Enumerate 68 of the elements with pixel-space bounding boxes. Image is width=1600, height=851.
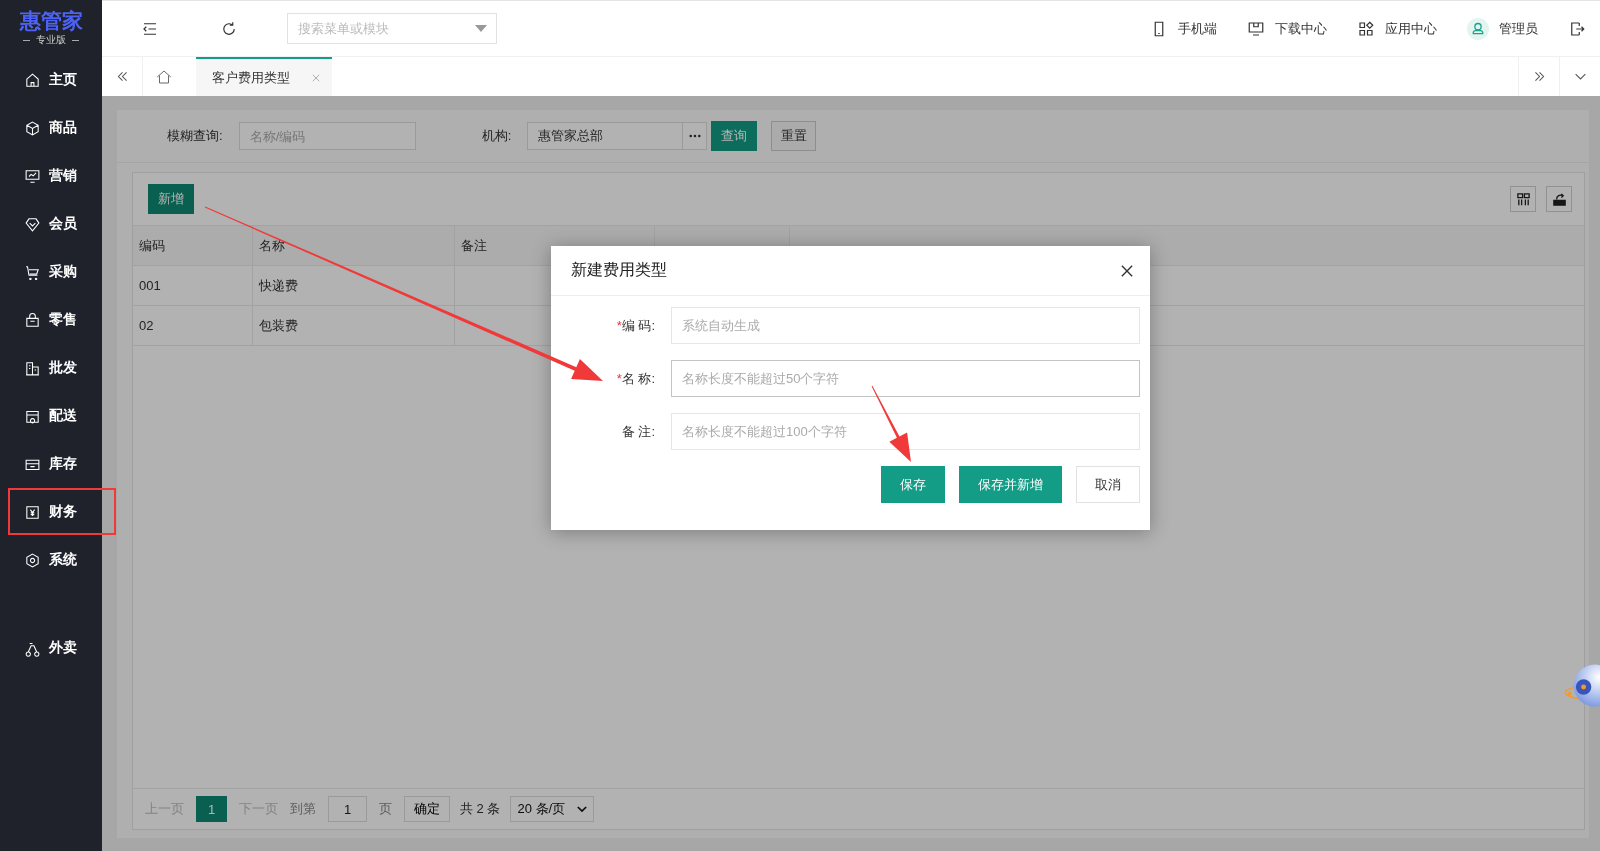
- columns-icon: [1515, 191, 1531, 207]
- sidebar-item[interactable]: 采购: [49, 263, 77, 281]
- refresh-icon[interactable]: [220, 19, 238, 38]
- sidebar-item[interactable]: 配送: [49, 407, 77, 425]
- goto-label: 到第: [290, 800, 316, 818]
- page-number[interactable]: 1: [196, 796, 227, 822]
- close-icon[interactable]: [1121, 264, 1133, 277]
- page-tab[interactable]: 客户费用类型: [196, 57, 332, 96]
- user-avatar-icon: [1467, 17, 1489, 40]
- sidebar-item[interactable]: 批发: [49, 359, 77, 377]
- logout-icon[interactable]: [1568, 19, 1586, 38]
- menu-icon: [24, 167, 41, 185]
- sidebar-item[interactable]: 外卖: [49, 639, 77, 657]
- menu-icon: [24, 551, 41, 569]
- sidebar-item[interactable]: 会员: [49, 215, 77, 233]
- user-name[interactable]: 管理员: [1499, 19, 1538, 38]
- sidebar-item[interactable]: 系统: [49, 551, 77, 569]
- menu-icon: [24, 215, 41, 233]
- field-label: 编 码:: [621, 317, 655, 333]
- table-cell: 02: [133, 306, 253, 345]
- caret-icon: [475, 25, 487, 33]
- menu-icon: [24, 359, 41, 377]
- input-field[interactable]: 名称长度不能超过50个字符: [671, 360, 1140, 397]
- menu-icon: [24, 71, 41, 89]
- logo-text: 惠管家: [19, 9, 83, 33]
- scroll-right-icon[interactable]: [1532, 70, 1546, 83]
- add-button[interactable]: 新增: [148, 184, 194, 214]
- reset-button[interactable]: 重置: [771, 121, 817, 151]
- page-input[interactable]: 1: [328, 796, 367, 822]
- required-mark: *: [616, 317, 622, 333]
- filter-label: 机构:: [481, 127, 512, 145]
- input-field[interactable]: 名称长度不能超过100个字符: [671, 413, 1140, 450]
- columns-button[interactable]: [1510, 186, 1536, 212]
- sidebar-item[interactable]: 主页: [49, 71, 77, 89]
- field-label: 备 注:: [621, 423, 655, 439]
- sidebar-item[interactable]: 商品: [49, 119, 77, 137]
- menu-icon: [24, 503, 41, 521]
- apps-icon: [1357, 19, 1375, 38]
- menu-icon: [24, 119, 41, 137]
- keyword-field[interactable]: 名称/编码: [238, 122, 416, 150]
- sidebar-item[interactable]: 库存: [49, 455, 77, 473]
- menu-icon: [24, 263, 41, 281]
- page-size-select[interactable]: 20 条/页: [510, 796, 595, 822]
- input-field[interactable]: 系统自动生成: [671, 307, 1140, 344]
- filter-label: 模糊查询:: [167, 127, 223, 145]
- sidebar-item[interactable]: 财务: [49, 503, 77, 521]
- export-icon: [1551, 191, 1567, 207]
- organization-field[interactable]: 惠管家总部: [527, 122, 684, 150]
- header-link[interactable]: 应用中心: [1385, 19, 1437, 38]
- total-count: 共 2 条: [460, 800, 501, 818]
- header-link[interactable]: 下载中心: [1275, 19, 1327, 38]
- table-cell: 001: [133, 266, 253, 305]
- required-mark: *: [616, 370, 622, 386]
- page-unit: 页: [379, 800, 392, 818]
- dialog-button[interactable]: 取消: [1076, 466, 1140, 503]
- menu-icon: [24, 311, 41, 329]
- chevron-down-icon: [577, 805, 588, 813]
- sidebar-item[interactable]: 营销: [49, 167, 77, 185]
- more-icon: [688, 134, 701, 138]
- header-link[interactable]: 手机端: [1178, 19, 1217, 38]
- edition-label: 专业版: [36, 33, 66, 47]
- confirm-button[interactable]: 确定: [404, 796, 450, 822]
- monitor-icon: [1247, 19, 1265, 38]
- scroll-left-icon[interactable]: [115, 70, 129, 83]
- menu-search-field[interactable]: 搜索菜单或模块: [287, 13, 497, 44]
- field-label: 名 称:: [621, 370, 655, 386]
- sidebar-item[interactable]: 零售: [49, 311, 77, 329]
- export-button[interactable]: [1546, 186, 1572, 212]
